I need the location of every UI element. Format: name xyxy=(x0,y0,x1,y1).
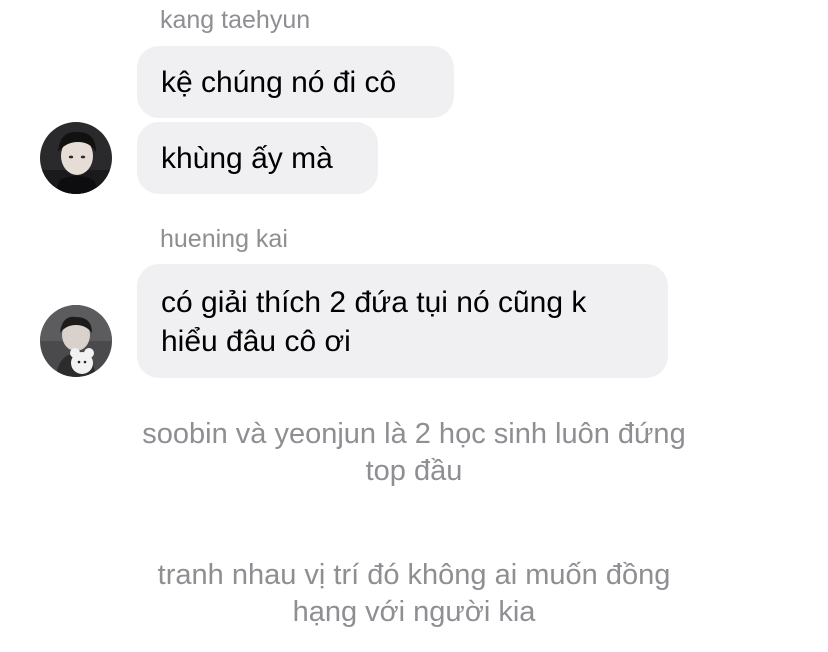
message-bubble[interactable]: khùng ấy mà xyxy=(137,122,378,194)
message-text: kệ chúng nó đi cô xyxy=(161,65,397,99)
avatar-kang-taehyun[interactable] xyxy=(40,122,112,194)
system-message-line: tranh nhau vị trí đó không ai muốn đồng xyxy=(157,559,671,591)
system-message: soobin và yeonjun là 2 học sinh luôn đứn… xyxy=(0,416,828,490)
message-text-line: hiểu đâu cô ơi xyxy=(161,325,351,358)
avatar-photo-icon xyxy=(40,305,112,377)
message-text-line: có giải thích 2 đứa tụi nó cũng k xyxy=(161,286,587,319)
system-message-line: soobin và yeonjun là 2 học sinh luôn đứn… xyxy=(142,418,686,450)
message-bubble[interactable]: kệ chúng nó đi cô xyxy=(137,46,454,118)
avatar-photo-icon xyxy=(40,122,112,194)
system-message-line: hạng với người kia xyxy=(292,596,536,628)
system-message: tranh nhau vị trí đó không ai muốn đồng … xyxy=(0,557,828,631)
avatar-huening-kai[interactable] xyxy=(40,305,112,377)
message-bubble[interactable]: có giải thích 2 đứa tụi nó cũng k hiểu đ… xyxy=(137,264,668,378)
sender-name-huening-kai: huening kai xyxy=(160,225,288,253)
message-text: khùng ấy mà xyxy=(161,141,333,175)
system-message-line: top đầu xyxy=(365,455,463,487)
sender-name-kang-taehyun: kang taehyun xyxy=(160,6,311,34)
